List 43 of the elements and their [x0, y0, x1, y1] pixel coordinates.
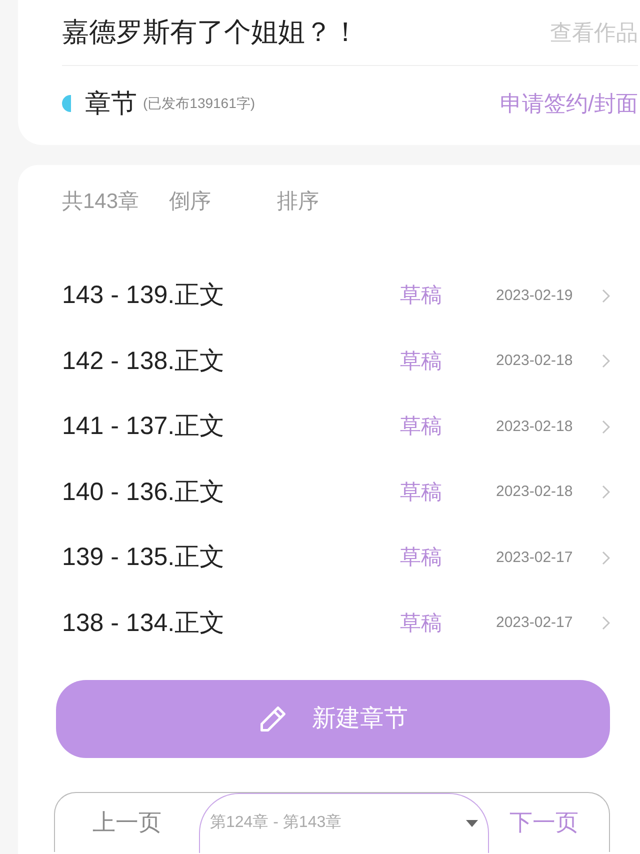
chapter-title: 143 - 139.正文 — [62, 280, 226, 311]
chapter-date: 2023-02-18 — [496, 351, 574, 371]
chapter-status: 草稿 — [400, 414, 443, 440]
chevron-right-icon — [602, 550, 610, 565]
chapter-range-dropdown[interactable]: 第124章 - 第143章 — [199, 792, 489, 852]
chapter-status: 草稿 — [400, 480, 443, 506]
next-page-button[interactable]: 下一页 — [489, 805, 599, 840]
chapter-row[interactable]: 142 - 138.正文 草稿 2023-02-18 — [62, 328, 610, 394]
chevron-right-icon — [602, 420, 610, 434]
pencil-icon — [258, 704, 288, 734]
chapter-count: 共143章 — [62, 189, 140, 216]
chapter-status: 草稿 — [400, 348, 443, 374]
chapter-row[interactable]: 138 - 134.正文 草稿 2023-02-17 — [62, 590, 610, 656]
sort-button[interactable]: 排序 — [277, 186, 320, 218]
chapter-date: 2023-02-19 — [496, 286, 574, 306]
chapter-title: 139 - 135.正文 — [62, 542, 226, 573]
section-title: 章节 — [85, 86, 137, 120]
chapter-status: 草稿 — [400, 545, 443, 571]
chapter-status: 草稿 — [400, 283, 443, 309]
chevron-right-icon — [602, 288, 610, 303]
section-marker-icon — [62, 94, 71, 112]
chevron-right-icon — [602, 616, 610, 630]
chapter-date: 2023-02-18 — [496, 416, 574, 436]
chapter-title: 141 - 137.正文 — [62, 411, 226, 442]
chapter-row[interactable]: 139 - 135.正文 草稿 2023-02-17 — [62, 525, 610, 590]
chapter-title: 138 - 134.正文 — [62, 608, 226, 638]
chapter-status: 草稿 — [400, 610, 443, 636]
chapter-row[interactable]: 140 - 136.正文 草稿 2023-02-18 — [62, 460, 610, 525]
chapter-title: 142 - 138.正文 — [62, 346, 226, 376]
dropdown-caret-icon — [466, 820, 478, 826]
apply-contract-link[interactable]: 申请签约/封面 — [500, 86, 638, 120]
chapter-date: 2023-02-18 — [496, 482, 574, 502]
word-count: (已发布139161字) — [143, 94, 256, 113]
chevron-right-icon — [602, 485, 610, 500]
chapter-row[interactable]: 141 - 137.正文 草稿 2023-02-18 — [62, 394, 610, 460]
reverse-order-button[interactable]: 倒序 — [169, 186, 212, 218]
chapter-title: 140 - 136.正文 — [62, 476, 226, 508]
book-title: 嘉德罗斯有了个姐姐？！ — [62, 16, 359, 50]
chapter-date: 2023-02-17 — [496, 613, 574, 633]
chevron-right-icon — [602, 354, 610, 368]
chapter-date: 2023-02-17 — [496, 548, 574, 568]
new-chapter-button[interactable]: 新建章节 — [56, 680, 610, 758]
chapter-row[interactable]: 143 - 139.正文 草稿 2023-02-19 — [62, 263, 610, 328]
